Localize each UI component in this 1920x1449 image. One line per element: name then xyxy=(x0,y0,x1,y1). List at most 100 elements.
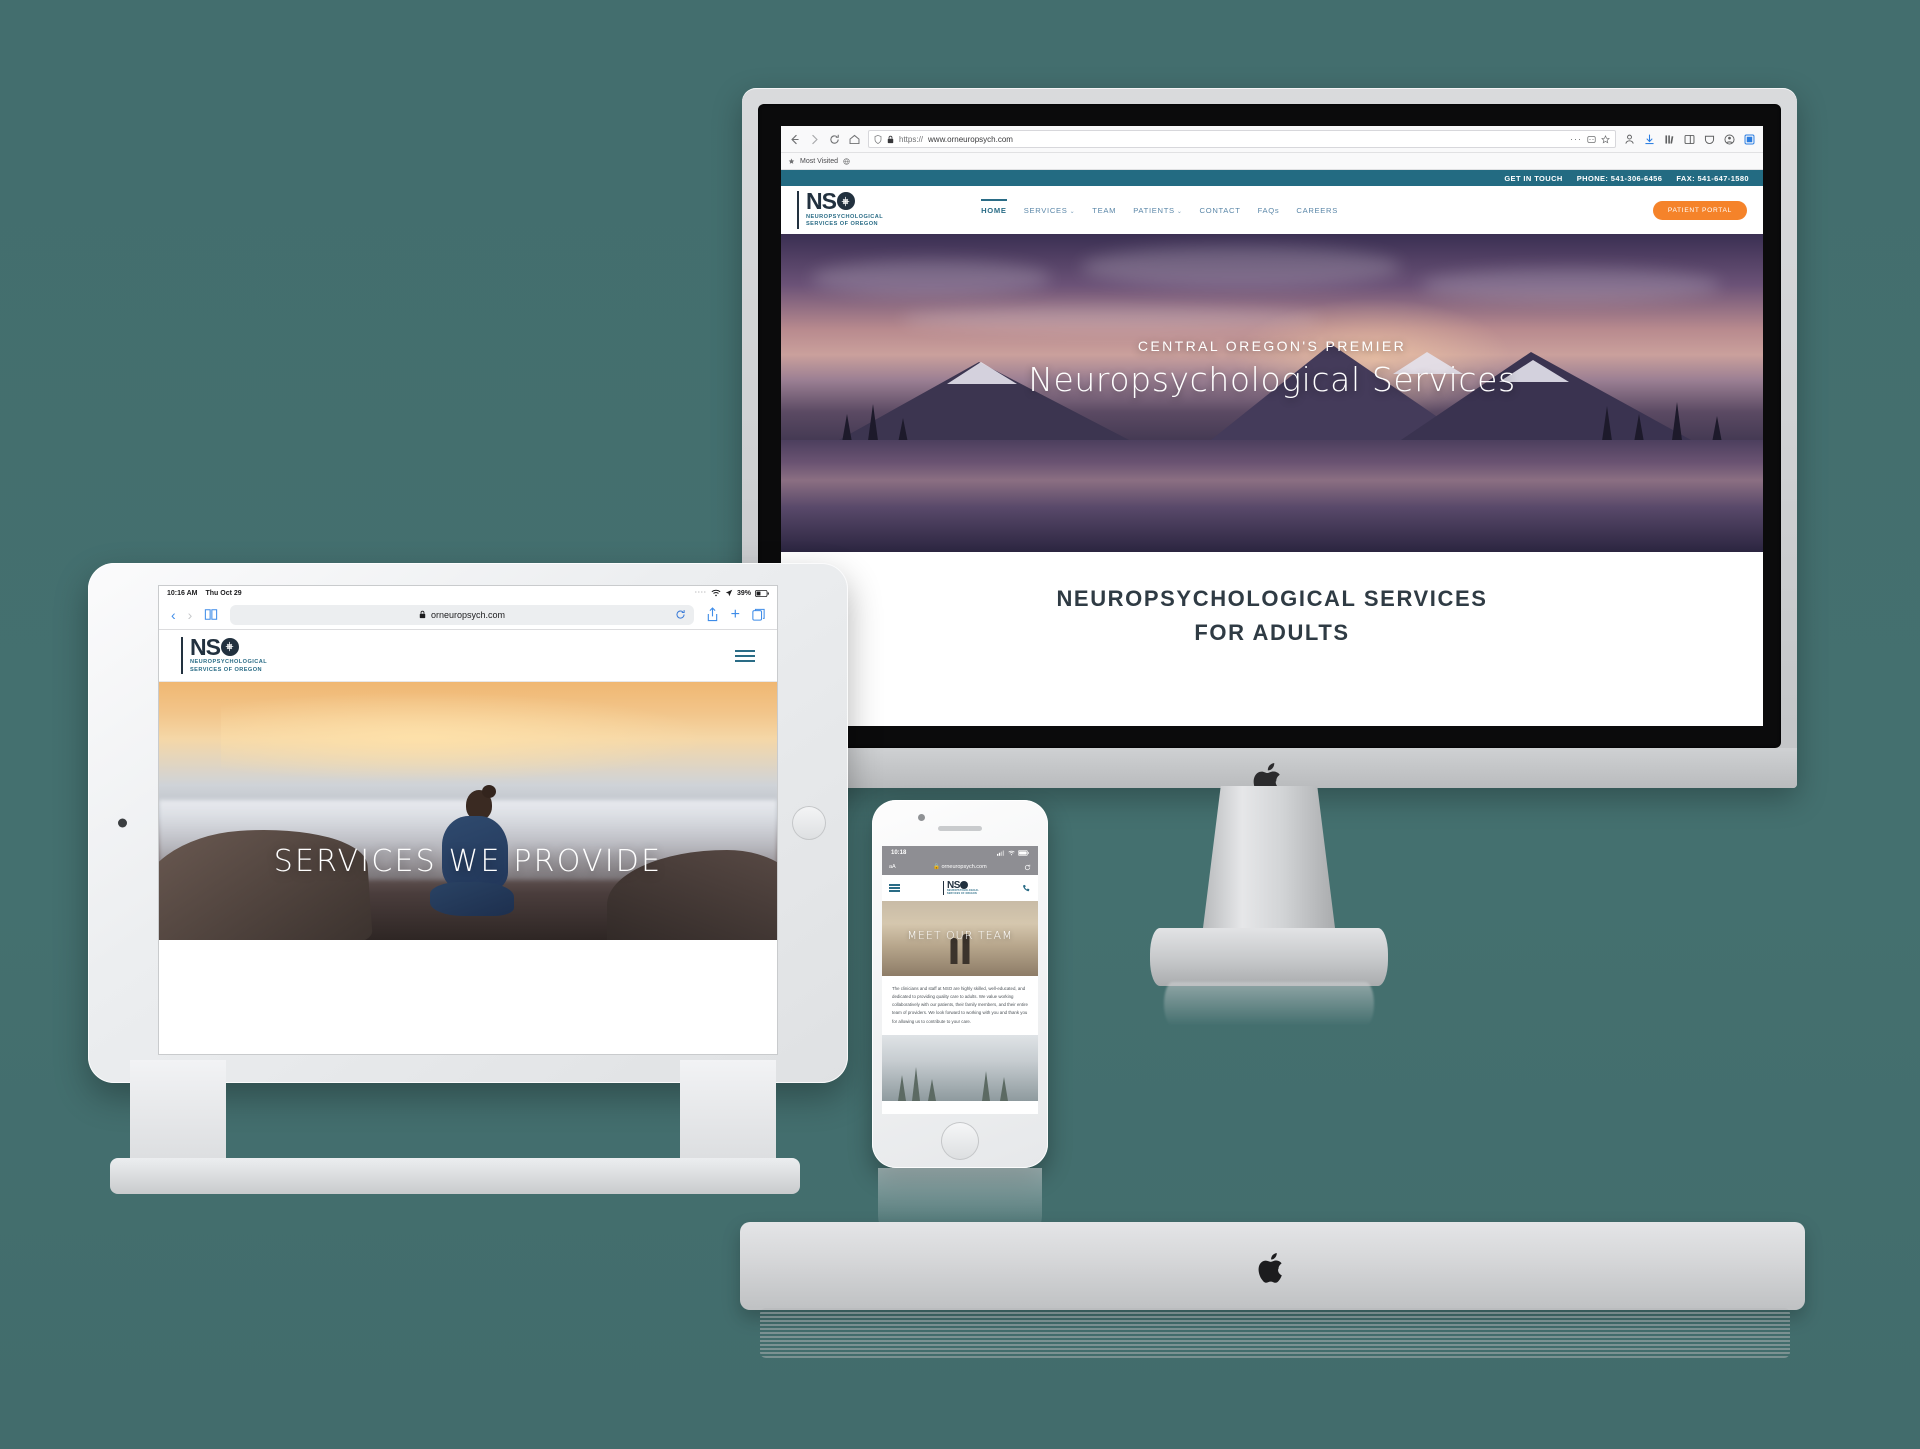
logo-sub-line2: SERVICES OF OREGON xyxy=(947,892,977,895)
bookmark-most-visited[interactable]: Most Visited xyxy=(800,158,838,165)
reload-icon[interactable] xyxy=(828,133,841,146)
imac-screen-frame: https://www.orneuropsych.com ··· Most Vi… xyxy=(758,104,1781,748)
address-bar[interactable]: orneuropsych.com xyxy=(230,604,694,625)
brain-circle-icon xyxy=(220,637,239,656)
address-bar[interactable]: 🔒 orneuropsych.com xyxy=(896,864,1024,870)
ellipsis-icon[interactable]: ··· xyxy=(1570,134,1582,144)
iphone-speaker xyxy=(938,826,982,831)
cloud xyxy=(1081,246,1401,288)
ipad-stand xyxy=(70,1060,830,1220)
tabs-icon[interactable] xyxy=(752,608,765,621)
cloud xyxy=(1421,268,1721,302)
nav-item-careers[interactable]: CAREERS xyxy=(1296,206,1338,215)
section-heading-line1: NEUROPSYCHOLOGICAL SERVICES xyxy=(1056,586,1488,611)
pocket-icon[interactable] xyxy=(1703,133,1716,146)
lock-icon: 🔒 xyxy=(933,864,940,870)
home-icon[interactable] xyxy=(848,133,861,146)
iphone-reflection xyxy=(878,1168,1042,1238)
ios-status-bar: 10:18 xyxy=(882,846,1038,859)
iphone-body-text: The clinicians and staff at NSO are high… xyxy=(882,976,1038,1035)
nav-label: HOME xyxy=(981,205,1007,215)
scene-root: https://www.orneuropsych.com ··· Most Vi… xyxy=(0,0,1920,1449)
chevron-down-icon: ⌄ xyxy=(1176,208,1183,215)
nav-item-contact[interactable]: CONTACT xyxy=(1200,206,1241,215)
hamburger-menu-icon[interactable] xyxy=(735,649,755,662)
logo-letters: NS xyxy=(190,633,221,660)
reader-icon[interactable] xyxy=(1587,135,1596,144)
battery-icon xyxy=(1018,849,1029,856)
lake-reflection xyxy=(781,440,1763,552)
address-bar[interactable]: https:// www.orneuropsych.com ··· xyxy=(868,130,1616,148)
phone-text[interactable]: PHONE: 541-306-6456 xyxy=(1577,174,1663,183)
bookmarks-icon[interactable] xyxy=(204,608,218,621)
hamburger-menu-icon[interactable] xyxy=(889,884,900,892)
main-navigation: HOME SERVICES ⌄ TEAM PATIENTS ⌄ CONTACT FA… xyxy=(981,198,1338,215)
forward-chevron-icon: › xyxy=(187,606,193,623)
reload-icon[interactable] xyxy=(1024,864,1031,871)
ipad-home-button[interactable] xyxy=(792,806,826,840)
get-in-touch-link[interactable]: GET IN TOUCH xyxy=(1504,174,1562,183)
sky-glow xyxy=(220,692,716,783)
iphone-camera xyxy=(918,814,925,821)
section-heading-block: NEUROPSYCHOLOGICAL SERVICES FOR ADULTS xyxy=(781,552,1763,646)
safari-toolbar: aA 🔒 orneuropsych.com xyxy=(882,859,1038,875)
nav-item-home[interactable]: HOME xyxy=(981,198,1007,215)
nav-item-faqs[interactable]: FAQs xyxy=(1258,206,1280,215)
globe-icon[interactable] xyxy=(843,157,850,165)
imac-stand xyxy=(1150,786,1388,1026)
star-icon[interactable] xyxy=(1601,134,1610,144)
ipad-hero-banner: SERVICES WE PROVIDE xyxy=(159,682,777,940)
cloud xyxy=(901,306,1321,332)
reload-icon[interactable] xyxy=(675,609,686,620)
text-size-button[interactable]: aA xyxy=(889,864,896,870)
menu-icon[interactable] xyxy=(1743,133,1756,146)
iphone-home-button[interactable] xyxy=(941,1122,979,1160)
hero-kicker: CENTRAL OREGON'S PREMIER xyxy=(1137,338,1407,354)
ellipsis-dots: ···· xyxy=(694,590,707,596)
nav-label: TEAM xyxy=(1092,205,1117,215)
hero-title: Neuropsychological Services xyxy=(1028,360,1516,399)
ipad-device: 10:16 AM Thu Oct 29 ···· 39% ‹ › orneuro… xyxy=(88,563,848,1083)
hero-banner: CENTRAL OREGON'S PREMIER Neuropsychologi… xyxy=(781,234,1763,552)
back-chevron-icon[interactable]: ‹ xyxy=(171,607,176,623)
sidebar-icon[interactable] xyxy=(1683,133,1696,146)
new-tab-icon[interactable]: + xyxy=(731,606,740,624)
fax-text: FAX: 541-647-1580 xyxy=(1676,173,1749,183)
site-header: NS NEUROPSYCHOLOGICAL SERVICES OF OREGON xyxy=(781,186,1763,234)
back-arrow-icon[interactable] xyxy=(788,133,801,146)
ipad-hero-title: SERVICES WE PROVIDE xyxy=(273,844,663,879)
phone-icon[interactable] xyxy=(1022,884,1031,893)
nav-label: SERVICES xyxy=(1023,205,1068,215)
logo-mark: NS xyxy=(190,633,267,660)
url-text: orneuropsych.com xyxy=(941,864,987,870)
nav-item-team[interactable]: TEAM xyxy=(1092,206,1116,215)
bookmarks-bar: Most Visited xyxy=(781,153,1763,170)
bookmark-star-icon xyxy=(788,158,795,164)
url-text: www.orneuropsych.com xyxy=(928,134,1013,144)
nav-label: FAQs xyxy=(1257,205,1280,215)
iphone-hero-banner: MEET OUR TEAM xyxy=(882,901,1038,976)
forward-arrow-icon[interactable] xyxy=(808,133,821,146)
site-logo[interactable]: NS NEUROPSYCHOLOGICAL SERVICES OF OREGON xyxy=(943,880,979,896)
cloud xyxy=(811,260,1051,296)
logo-sub-line1: NEUROPSYCHOLOGICAL xyxy=(806,213,884,220)
nav-item-services[interactable]: SERVICES ⌄ xyxy=(1024,206,1076,215)
library-icon[interactable] xyxy=(1663,133,1676,146)
site-logo[interactable]: NS NEUROPSYCHOLOGICAL SERVICES OF OREGON xyxy=(797,188,884,229)
nav-item-patients[interactable]: PATIENTS ⌄ xyxy=(1133,206,1182,215)
logo-letters: NS xyxy=(806,188,837,215)
iphone-hero-title: MEET OUR TEAM xyxy=(907,929,1013,942)
patient-portal-button[interactable]: PATIENT PORTAL xyxy=(1652,200,1747,220)
cellular-signal-icon xyxy=(997,850,1005,856)
account-icon[interactable] xyxy=(1623,133,1636,146)
profile-icon[interactable] xyxy=(1723,133,1736,146)
site-logo[interactable]: NS NEUROPSYCHOLOGICAL SERVICES OF OREGON xyxy=(181,633,268,675)
nav-label: CONTACT xyxy=(1199,205,1241,215)
share-icon[interactable] xyxy=(706,607,719,622)
nav-label: CAREERS xyxy=(1296,205,1339,215)
downloads-icon[interactable] xyxy=(1643,133,1656,146)
iphone-photo xyxy=(882,1034,1038,1101)
logo-sub-line1: NEUROPSYCHOLOGICAL xyxy=(190,659,268,666)
status-time: 10:18 xyxy=(891,849,907,856)
logo-mark: NS xyxy=(947,880,979,890)
